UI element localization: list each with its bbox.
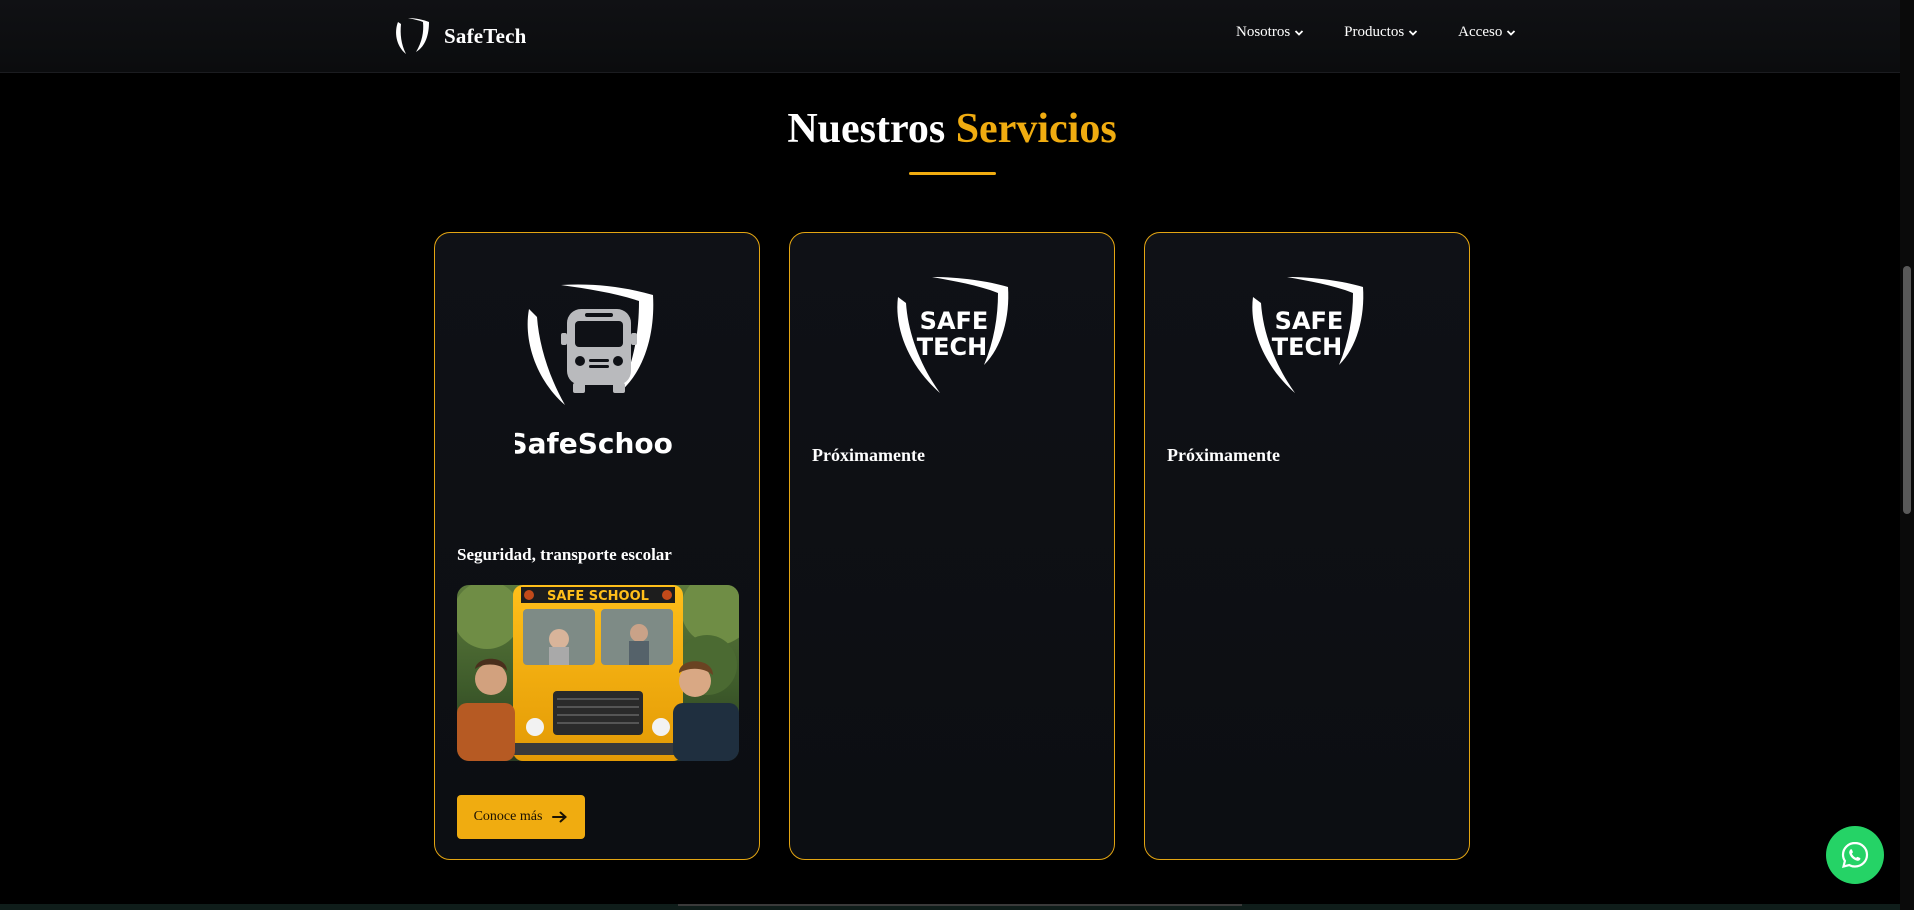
safetech-logo-line2: TECH (917, 333, 987, 361)
chevron-down-icon (1295, 29, 1304, 36)
shield-logo-icon (396, 18, 429, 54)
nav-item-label: Acceso (1458, 24, 1503, 40)
conoce-mas-button[interactable]: Conoce más (457, 795, 585, 839)
coming-soon-text: Próximamente (812, 445, 925, 465)
conoce-mas-label: Conoce más (473, 809, 543, 824)
safetech-shield-icon: SAFE TECH (1252, 277, 1364, 393)
navbar: SafeTech Nosotros Productos Acceso (0, 0, 1900, 73)
scrollbar-thumb[interactable] (1903, 266, 1911, 514)
chevron-down-icon (1409, 29, 1418, 36)
nav-item-label: Nosotros (1236, 24, 1291, 40)
safetech-logo-line1: SAFE (1275, 307, 1344, 335)
school-bus-illustration: SAFE SCHOOL (457, 585, 739, 761)
service-card-coming-soon-2: SAFE TECH Próximamente (1144, 232, 1470, 860)
page: SafeTech Nosotros Productos Acceso Nuest… (0, 0, 1914, 910)
arrow-right-icon (552, 811, 568, 823)
safetech-logo-line2: TECH (1272, 333, 1342, 361)
shield-bus-icon: SafeSchool (515, 284, 675, 460)
safetech-shield-icon: SAFE TECH (897, 277, 1009, 393)
whatsapp-icon (1841, 841, 1869, 868)
bus-sign-text: SAFE SCHOOL (547, 589, 649, 604)
section-title-part1: Nuestros (787, 106, 946, 152)
brand[interactable]: SafeTech (392, 16, 527, 56)
page-scrollbar[interactable] (1900, 0, 1914, 910)
whatsapp-button[interactable] (1826, 826, 1884, 884)
safetech-logo-line1: SAFE (920, 307, 989, 335)
school-bus-photo: SAFE SCHOOL (457, 585, 739, 761)
nav-item-acceso[interactable]: Acceso (1458, 24, 1516, 41)
card-subtitle: Seguridad, transporte escolar (457, 545, 672, 564)
next-section-divider (678, 904, 1242, 906)
coming-soon-text: Próximamente (1167, 445, 1280, 465)
chevron-down-icon (1507, 29, 1516, 36)
nav-item-label: Productos (1344, 24, 1405, 40)
service-card-safeschool: SafeSchool Seguridad, transporte escolar (434, 232, 760, 860)
section-title: Nuestros Servicios (0, 102, 1904, 156)
nav-item-nosotros[interactable]: Nosotros (1236, 24, 1304, 41)
section-title-part2: Servicios (955, 106, 1117, 152)
nav-item-productos[interactable]: Productos (1344, 24, 1418, 41)
title-underline (909, 172, 996, 175)
safeschool-logo-text: SafeSchool (515, 427, 675, 460)
nav-menu: Nosotros Productos Acceso (1236, 24, 1516, 41)
service-card-coming-soon-1: SAFE TECH Próximamente (789, 232, 1115, 860)
brand-name: SafeTech (444, 23, 527, 48)
